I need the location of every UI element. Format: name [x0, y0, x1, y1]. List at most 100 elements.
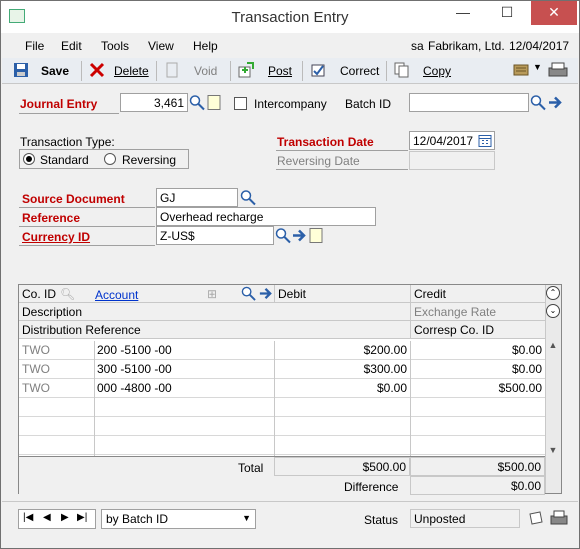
row-credit[interactable]: $0.00 — [410, 360, 545, 379]
row-credit[interactable]: $500.00 — [410, 379, 545, 398]
status-bar: |◀ ◀ ▶ ▶| by Batch ID ▼ Status Unposted — [2, 501, 578, 548]
menu-help[interactable]: Help — [193, 39, 218, 53]
menu-tools[interactable]: Tools — [101, 39, 129, 53]
collapse-rows-icon[interactable]: ⌄ — [546, 304, 560, 318]
close-button[interactable]: ✕ — [531, 1, 577, 25]
menu-view[interactable]: View — [148, 39, 174, 53]
label-underline — [19, 245, 155, 246]
exchange-rate-header: Exchange Rate — [410, 303, 545, 321]
toolbar-separator — [230, 61, 231, 81]
sort-dropdown[interactable]: by Batch ID ▼ — [101, 509, 256, 529]
delete-button[interactable]: Delete — [114, 64, 149, 78]
calendar-icon[interactable] — [477, 132, 493, 149]
next-record-icon[interactable]: ▶ — [61, 512, 69, 523]
transaction-date-label: Transaction Date — [277, 135, 374, 149]
row-account[interactable]: 200 -5100 -00 — [94, 341, 274, 360]
print-icon[interactable] — [549, 510, 569, 526]
toolbar-separator — [156, 61, 157, 81]
save-button[interactable]: Save — [41, 64, 69, 78]
corresp-co-id-header: Corresp Co. ID — [410, 321, 545, 339]
maximize-button[interactable]: ☐ — [485, 1, 529, 25]
first-record-icon[interactable]: |◀ — [23, 512, 33, 523]
copy-icon — [394, 62, 409, 78]
options-dropdown-arrow-icon[interactable]: ▼ — [533, 62, 542, 72]
label-underline — [19, 207, 155, 208]
account-lookup-icon[interactable] — [241, 286, 256, 301]
row-account[interactable]: 000 -4800 -00 — [94, 379, 274, 398]
standard-label: Standard — [40, 153, 89, 167]
standard-radio[interactable] — [23, 153, 35, 165]
currency-go-arrow-icon[interactable] — [291, 227, 307, 244]
sort-dropdown-value: by Batch ID — [106, 512, 169, 526]
row-debit[interactable]: $300.00 — [274, 360, 410, 379]
total-label: Total — [238, 461, 264, 475]
row-account[interactable]: 300 -5100 -00 — [94, 360, 274, 379]
row-co-id[interactable]: TWO — [19, 360, 94, 379]
scroll-down-arrow-icon[interactable]: ▼ — [547, 445, 559, 457]
print-icon[interactable] — [546, 62, 570, 78]
label-underline — [19, 113, 119, 114]
menu-bar: File Edit Tools View Help sa Fabrikam, L… — [2, 34, 578, 58]
last-record-icon[interactable]: ▶| — [77, 512, 87, 523]
minimize-button[interactable]: — — [441, 1, 485, 25]
currency-note-icon[interactable] — [308, 227, 324, 244]
account-header-link[interactable]: Account — [95, 288, 138, 302]
row-debit[interactable]: $200.00 — [274, 341, 410, 360]
batch-id-field[interactable] — [409, 93, 529, 112]
transaction-entry-window: Transaction Entry — ☐ ✕ File Edit Tools … — [0, 0, 580, 549]
reversing-label: Reversing — [122, 153, 177, 167]
journal-lookup-icon[interactable] — [189, 94, 205, 111]
post-button[interactable]: Post — [268, 64, 292, 78]
source-document-field[interactable]: GJ — [156, 188, 238, 207]
currency-id-field[interactable]: Z-US$ — [156, 226, 274, 245]
row-credit[interactable]: $0.00 — [410, 341, 545, 360]
column-divider — [410, 341, 411, 456]
total-debit-field: $500.00 — [274, 457, 410, 476]
column-divider — [274, 341, 275, 456]
previous-record-icon[interactable]: ◀ — [43, 512, 51, 523]
row-debit[interactable]: $0.00 — [274, 379, 410, 398]
scroll-up-arrow-icon[interactable]: ▲ — [547, 340, 559, 352]
toolbar: Save Delete Void Post Correct Copy ▼ — [2, 58, 578, 84]
currency-lookup-icon[interactable] — [275, 227, 291, 244]
empty-row[interactable] — [19, 398, 545, 417]
difference-field: $0.00 — [410, 476, 545, 495]
correct-button[interactable]: Correct — [340, 64, 379, 78]
account-go-arrow-icon[interactable] — [258, 286, 273, 301]
empty-row[interactable] — [19, 417, 545, 436]
status-field: Unposted — [410, 509, 520, 528]
label-underline — [276, 150, 408, 151]
menu-edit[interactable]: Edit — [61, 39, 82, 53]
credit-header: Credit — [410, 285, 545, 303]
status-label: Status — [364, 513, 399, 527]
title-bar: Transaction Entry — ☐ ✕ — [1, 1, 579, 33]
batch-id-label: Batch ID — [345, 97, 392, 111]
reversing-radio[interactable] — [104, 153, 116, 165]
copy-button[interactable]: Copy — [423, 64, 451, 78]
note-icon[interactable] — [528, 510, 544, 526]
co-id-header: Co. ID — [22, 287, 57, 301]
reference-field[interactable]: Overhead recharge — [156, 207, 376, 226]
empty-row[interactable] — [19, 436, 545, 455]
company-name: Fabrikam, Ltd. — [428, 39, 505, 53]
expand-rows-icon[interactable]: ⌃ — [546, 286, 560, 300]
void-button[interactable]: Void — [194, 64, 217, 78]
options-icon[interactable] — [513, 62, 529, 78]
batch-go-arrow-icon[interactable] — [547, 94, 563, 111]
menu-file[interactable]: File — [25, 39, 44, 53]
currency-id-link[interactable]: Currency ID — [22, 230, 90, 244]
journal-entry-field[interactable]: 3,461 — [120, 93, 188, 112]
source-document-lookup-icon[interactable] — [240, 189, 256, 206]
journal-note-icon[interactable] — [206, 94, 222, 111]
user-date: 12/04/2017 — [509, 39, 570, 53]
toolbar-separator — [386, 61, 387, 81]
row-co-id[interactable]: TWO — [19, 379, 94, 398]
intercompany-checkbox[interactable] — [234, 97, 247, 110]
save-icon — [14, 63, 28, 77]
row-co-id[interactable]: TWO — [19, 341, 94, 360]
total-credit-field: $500.00 — [410, 457, 545, 476]
co-id-lookup-icon: 🔍︎ — [60, 287, 76, 301]
batch-lookup-icon[interactable] — [530, 94, 546, 111]
distribution-grid: Co. ID 🔍︎ Account ⊞ Debit Credit Descrip… — [18, 284, 562, 495]
journal-entry-label: Journal Entry — [20, 97, 98, 111]
